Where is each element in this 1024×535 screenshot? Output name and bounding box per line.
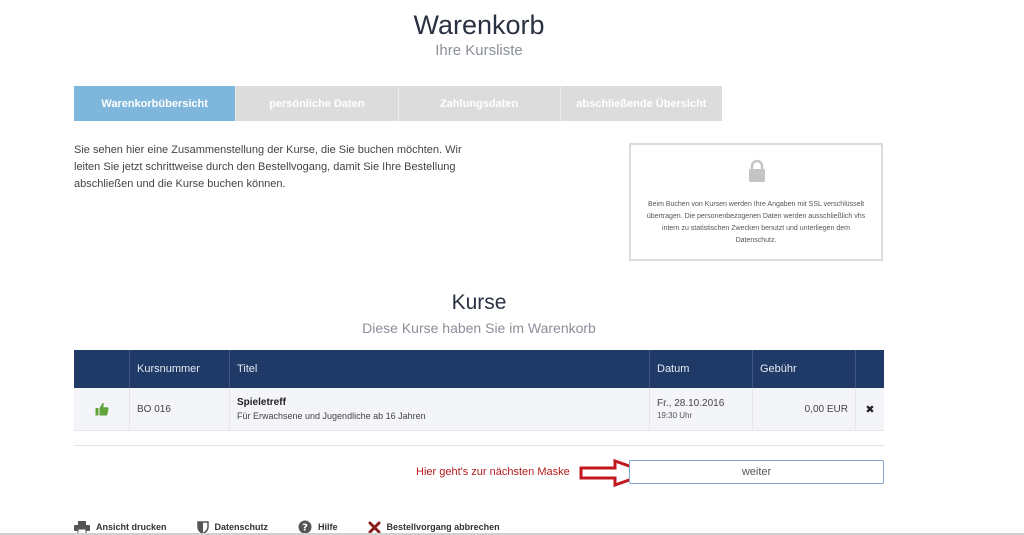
cancel-icon xyxy=(368,521,381,533)
ssl-notice: Beim Buchen von Kursen werden Ihre Angab… xyxy=(629,143,883,261)
course-title: Spieletreff xyxy=(237,397,286,408)
step-persoenliche-daten[interactable]: persönliche Daten xyxy=(236,86,399,121)
col-kursnummer: Kursnummer xyxy=(130,350,230,388)
step-zahlungsdaten[interactable]: Zahlungsdaten xyxy=(398,86,561,121)
divider xyxy=(74,445,884,446)
checkout-stepper: Warenkorbübersicht persönliche Daten Zah… xyxy=(74,86,722,121)
help-icon: ? xyxy=(298,520,312,534)
lock-icon xyxy=(749,159,765,182)
course-time: 19:30 Uhr xyxy=(657,411,693,420)
thumbs-up-icon xyxy=(95,403,109,416)
course-date: Fr., 28.10.2016 xyxy=(657,398,725,409)
col-gebuehr: Gebühr xyxy=(753,350,856,388)
svg-text:?: ? xyxy=(302,523,308,534)
printer-icon xyxy=(74,520,90,534)
page-title: Warenkorb xyxy=(413,10,545,40)
col-remove xyxy=(856,350,884,388)
print-link[interactable]: Ansicht drucken xyxy=(74,520,167,534)
ssl-text: Beim Buchen von Kursen werden Ihre Angab… xyxy=(646,201,866,244)
col-titel: Titel xyxy=(230,350,650,388)
intro-text: Sie sehen hier eine Zusammenstellung der… xyxy=(74,144,462,190)
courses-subtitle: Diese Kurse haben Sie im Warenkorb xyxy=(362,320,596,336)
footer-links: Ansicht drucken Datenschutz ? Hilfe Best… xyxy=(74,520,530,534)
table-header: Kursnummer Titel Datum Gebühr xyxy=(74,350,884,388)
courses-table: Kursnummer Titel Datum Gebühr BO 016 Spi… xyxy=(74,350,884,431)
col-icon xyxy=(74,350,130,388)
help-link[interactable]: ? Hilfe xyxy=(298,520,338,534)
courses-title: Kurse xyxy=(451,291,507,314)
cancel-label: Bestellvorgang abbrechen xyxy=(386,522,500,532)
col-datum: Datum xyxy=(650,350,753,388)
help-label: Hilfe xyxy=(318,522,338,532)
shield-icon xyxy=(196,520,209,534)
page-subtitle: Ihre Kursliste xyxy=(435,42,523,59)
next-step-hint: Hier geht's zur nächsten Maske xyxy=(416,466,570,478)
course-description: Für Erwachsene und Jugendliche ab 16 Jah… xyxy=(237,411,426,421)
course-fee: 0,00 EUR xyxy=(753,388,856,430)
print-label: Ansicht drucken xyxy=(96,522,167,532)
privacy-link[interactable]: Datenschutz xyxy=(196,520,269,534)
table-row: BO 016 Spieletreff Für Erwachsene und Ju… xyxy=(74,388,884,431)
cancel-order-link[interactable]: Bestellvorgang abbrechen xyxy=(368,520,500,534)
privacy-label: Datenschutz xyxy=(214,522,269,532)
next-button[interactable]: weiter xyxy=(629,460,884,484)
step-warenkorbuebersicht[interactable]: Warenkorbübersicht xyxy=(74,86,237,121)
remove-course-icon[interactable]: ✖ xyxy=(865,403,874,416)
course-number: BO 016 xyxy=(130,388,230,430)
step-abschliessende-uebersicht[interactable]: abschließende Übersicht xyxy=(560,86,722,121)
